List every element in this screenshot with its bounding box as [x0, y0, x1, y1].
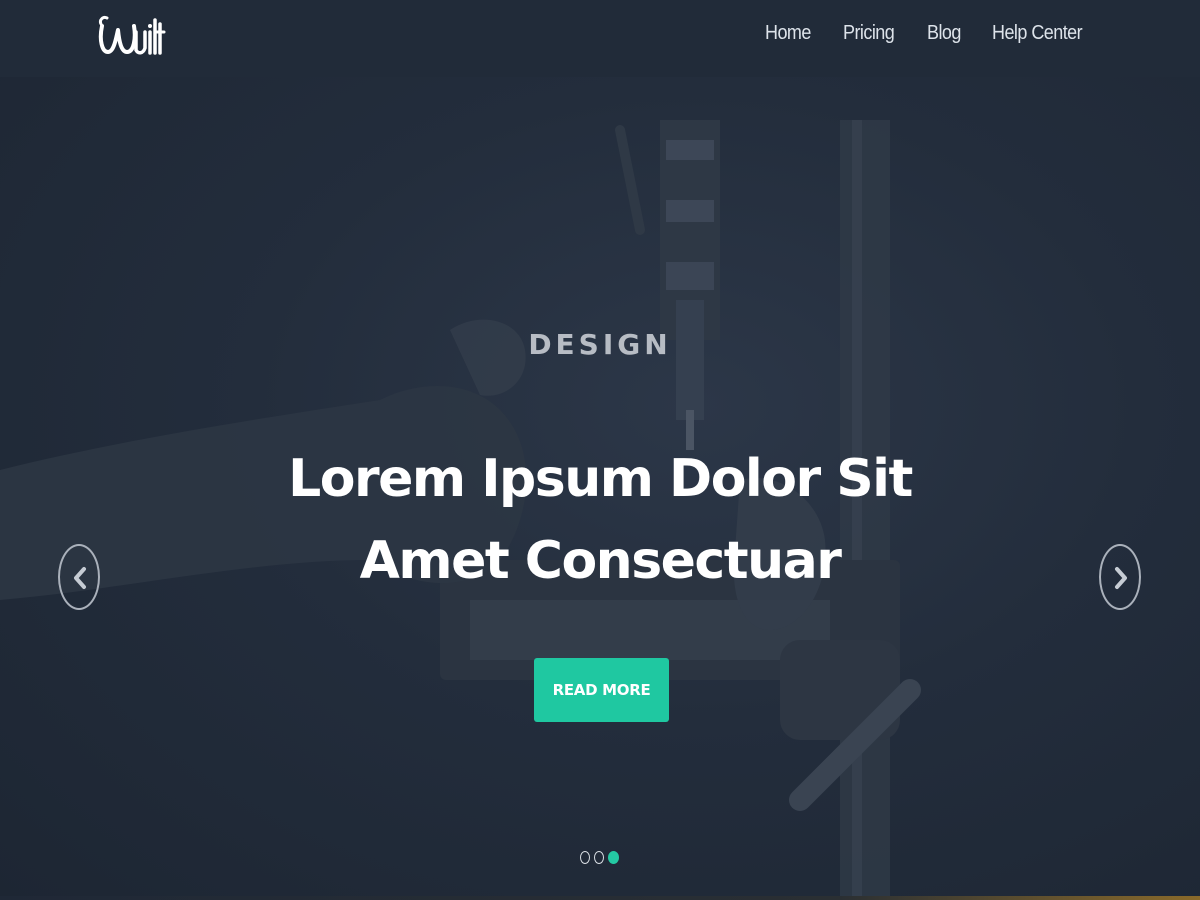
nav-link-home[interactable]: Home [765, 22, 811, 45]
carousel-dot-2[interactable] [594, 851, 604, 864]
nav-link-blog[interactable]: Blog [927, 22, 961, 45]
chevron-right-icon [1115, 567, 1127, 589]
top-navbar: Home Pricing Blog Help Center [0, 0, 1200, 77]
slide-title: Lorem Ipsum Dolor Sit Amet Consectuar [288, 449, 913, 591]
carousel-prev-button[interactable] [58, 544, 100, 610]
carousel-dot-1[interactable] [580, 851, 590, 864]
nav-link-help-center[interactable]: Help Center [992, 22, 1083, 45]
carousel-dot-3-active[interactable] [608, 851, 619, 864]
carousel-pagination [580, 851, 619, 864]
slide-category: DESIGN [528, 328, 672, 361]
chevron-left-icon [74, 567, 86, 589]
carousel-next-button[interactable] [1099, 544, 1141, 610]
bottom-accent-strip [0, 896, 1200, 900]
main-nav: Home Pricing Blog Help Center [765, 22, 1092, 45]
read-more-button[interactable]: READ MORE [534, 658, 669, 722]
wuilt-logo[interactable] [96, 8, 166, 60]
nav-link-pricing[interactable]: Pricing [843, 22, 895, 45]
